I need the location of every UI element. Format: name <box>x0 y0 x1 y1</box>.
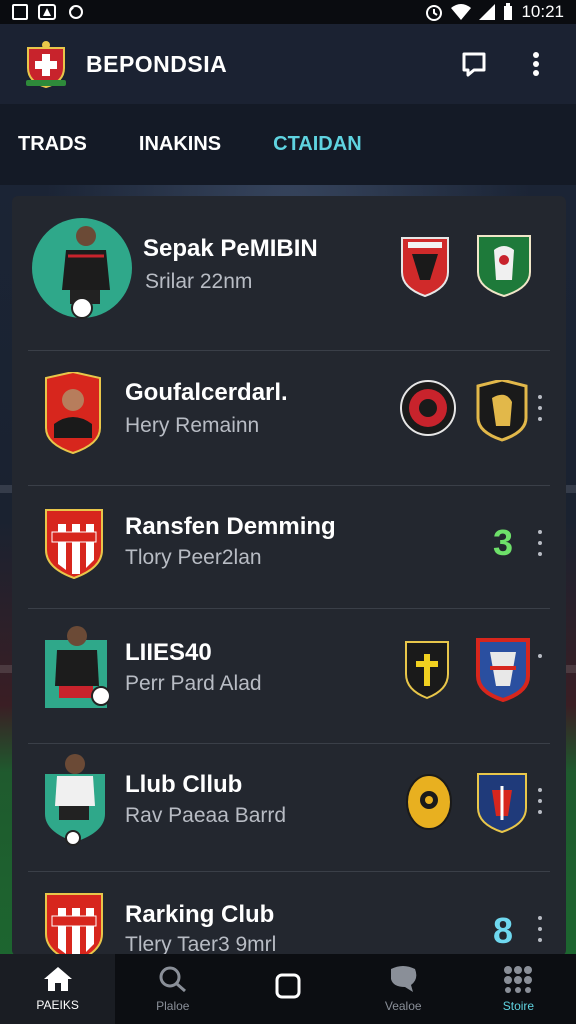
notification-icon <box>12 4 28 20</box>
nav-label: Stoire <box>502 999 535 1013</box>
club-subtitle: Srilar 22nm <box>145 270 253 293</box>
club-crest-icon <box>401 237 449 298</box>
app-logo <box>24 40 68 89</box>
divider <box>28 608 550 609</box>
wifi-icon <box>451 4 472 20</box>
battery-icon <box>504 3 513 20</box>
tab-ctaidan[interactable]: CTAIDAN <box>273 133 362 156</box>
status-time: 10:21 <box>521 2 564 21</box>
club-subtitle: Tlory Peer2lan <box>125 546 262 569</box>
tab-trads[interactable]: TRADS <box>18 133 87 156</box>
divider <box>28 871 550 872</box>
tab-inakins[interactable]: INAKINS <box>139 133 221 156</box>
nav-label: Plaloe <box>156 999 190 1013</box>
club-subtitle: Tlery Taer3 9mrl <box>125 933 277 956</box>
club-name: Ransfen Demming <box>125 513 336 540</box>
alarm-icon <box>426 5 443 21</box>
square-icon <box>275 973 301 999</box>
status-bar: 10:21 <box>0 0 576 24</box>
nav-search[interactable]: Plaloe <box>115 954 230 1024</box>
divider <box>28 743 550 744</box>
club-crest-icon <box>405 641 449 700</box>
message-button[interactable] <box>458 48 490 80</box>
club-crest-avatar <box>45 893 103 956</box>
club-count-badge: 8 <box>493 910 514 951</box>
row-menu-button[interactable] <box>537 916 543 942</box>
message-icon <box>462 52 486 77</box>
grid-icon <box>504 966 533 993</box>
divider <box>28 485 550 486</box>
club-crest-icon <box>477 773 527 834</box>
club-name: Sepak PeMIBIN <box>143 235 318 262</box>
row-menu-button[interactable] <box>537 530 543 556</box>
nav-home[interactable]: PAEIKS <box>0 954 116 1024</box>
nav-store[interactable]: Stoire <box>461 954 576 1024</box>
alert-icon <box>38 4 56 20</box>
search-icon <box>159 966 186 993</box>
club-subtitle: Hery Remainn <box>125 414 260 437</box>
nav-label: PAEIKS <box>36 998 79 1012</box>
bottom-nav: PAEIKS Plaloe Vealoe Stoire <box>0 954 576 1024</box>
club-crest-icon <box>400 380 456 436</box>
row-menu-button[interactable] <box>537 654 543 660</box>
club-crest-icon <box>477 235 531 298</box>
club-name: Rarking Club <box>125 901 275 928</box>
app-bar: BEPONDSIA <box>0 24 576 104</box>
row-menu-button[interactable] <box>537 788 543 814</box>
club-count-badge: 3 <box>493 522 514 563</box>
club-list: Sepak PeMIBIN Srilar 22nm Goufalcerdarl.… <box>12 196 566 956</box>
row-menu-button[interactable] <box>537 395 543 421</box>
club-crest-avatar <box>45 509 103 580</box>
chat-icon <box>391 966 417 992</box>
sync-icon <box>69 5 83 19</box>
player-avatar <box>45 754 105 846</box>
club-name: Llub Cllub <box>125 771 243 798</box>
nav-overview[interactable] <box>230 954 345 1024</box>
overflow-menu-button[interactable] <box>520 48 552 80</box>
club-crest-icon <box>476 638 530 702</box>
player-avatar <box>45 626 109 708</box>
more-vert-icon <box>533 52 539 76</box>
signal-icon <box>479 4 496 20</box>
club-crest-icon <box>476 380 528 442</box>
club-subtitle: Rav Paeaa Barrd <box>125 804 287 827</box>
divider <box>28 350 550 351</box>
player-avatar <box>45 372 101 454</box>
nav-label: Vealoe <box>384 999 422 1013</box>
nav-chat[interactable]: Vealoe <box>346 954 461 1024</box>
app-title: BEPONDSIA <box>86 50 228 77</box>
club-crest-icon <box>406 774 452 830</box>
club-name: LIIES40 <box>125 639 212 666</box>
club-subtitle: Perr Pard Alad <box>125 672 262 695</box>
tab-bar: TRADS INAKINS CTAIDAN <box>0 104 576 185</box>
home-icon <box>43 967 72 991</box>
player-avatar <box>32 218 132 319</box>
club-name: Goufalcerdarl. <box>125 379 288 406</box>
